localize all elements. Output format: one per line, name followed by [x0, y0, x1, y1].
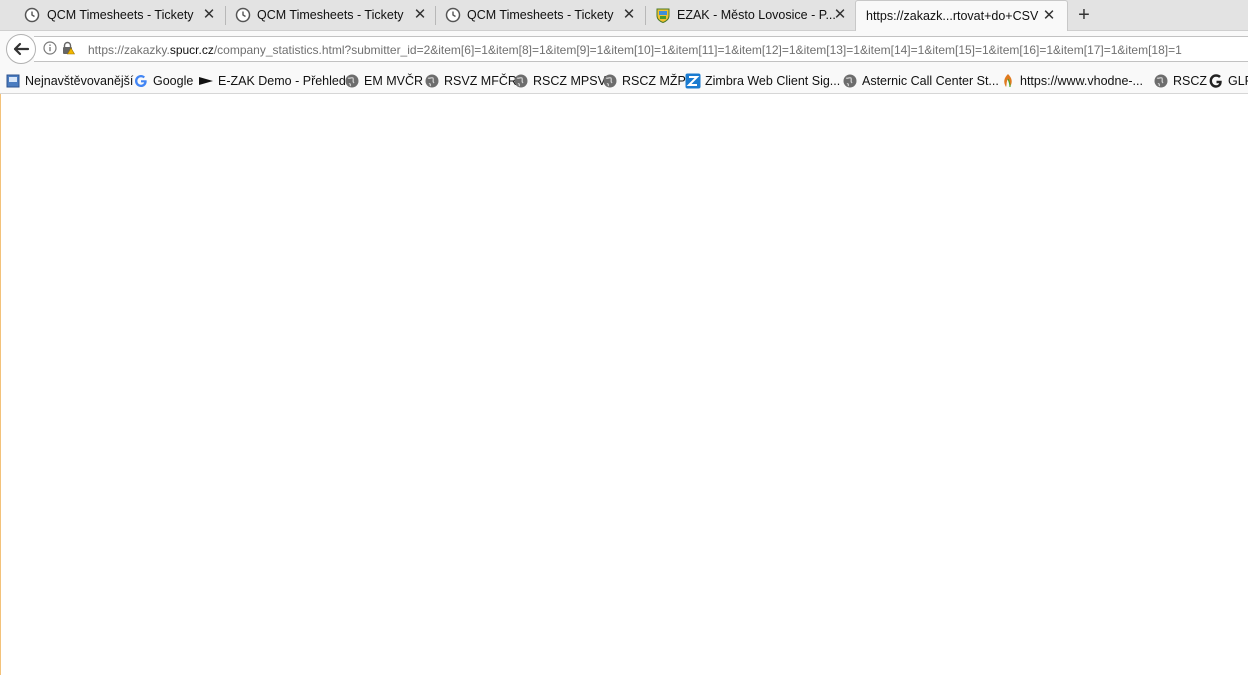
tab-qcm-2[interactable]: QCM Timesheets - Tickety ✕ — [226, 0, 436, 31]
globe-icon — [1154, 74, 1168, 88]
globe-icon — [603, 74, 617, 88]
new-tab-button[interactable]: + — [1073, 5, 1095, 27]
bookmark-label: GLP — [1228, 74, 1248, 88]
zimbra-icon — [685, 73, 701, 89]
tab-qcm-1[interactable]: QCM Timesheets - Tickety ✕ — [0, 0, 226, 31]
bookmark-label: RSCZ — [1173, 74, 1208, 88]
back-button[interactable] — [6, 34, 36, 64]
globe-icon — [425, 74, 439, 88]
url-domain: spucr.cz — [169, 43, 214, 57]
bookmark-label: Zimbra Web Client Sig... — [705, 74, 841, 88]
flag-icon — [199, 77, 213, 85]
bookmark-label: RSVZ MFČR — [444, 74, 517, 88]
close-icon[interactable]: ✕ — [833, 7, 847, 22]
close-icon[interactable]: ✕ — [413, 7, 427, 22]
page-content — [0, 94, 1248, 675]
globe-icon — [843, 74, 857, 88]
url-text[interactable]: https://zakazky.spucr.cz/company_statist… — [88, 43, 1182, 57]
tab-title: https://zakazk...rtovat+do+CSV — [866, 9, 1039, 23]
bookmark-label: Asternic Call Center St... — [862, 74, 999, 88]
bookmark-label: RSCZ MŽP — [622, 74, 686, 88]
leaf-icon — [1004, 74, 1012, 88]
url-path: /company_statistics.html?submitter_id=2&… — [213, 43, 1182, 57]
bookmark-label: RSCZ MPSV — [533, 74, 606, 88]
bookmark-label: E-ZAK Demo - Přehled — [218, 74, 346, 88]
bookmark-label: EM MVČR — [364, 74, 424, 88]
close-icon[interactable]: ✕ — [202, 7, 216, 22]
tab-title: EZAK - Město Lovosice - P... — [677, 8, 836, 22]
url-prefix: https://zakazky. — [88, 43, 170, 57]
lock-warning-icon[interactable] — [61, 41, 75, 55]
tab-title: QCM Timesheets - Tickety — [467, 8, 614, 22]
back-arrow-icon — [13, 42, 30, 56]
globe-icon — [345, 74, 359, 88]
bookmark-label: https://www.vhodne-... — [1020, 74, 1143, 88]
info-icon[interactable] — [43, 41, 57, 55]
city-crest-icon — [656, 8, 670, 23]
globe-icon — [514, 74, 528, 88]
google-icon — [135, 75, 147, 87]
tab-title: QCM Timesheets - Tickety — [257, 8, 404, 22]
clock-icon — [24, 7, 40, 23]
close-icon[interactable]: ✕ — [622, 7, 636, 22]
bookmark-label: Nejnavštěvovanější — [25, 74, 134, 88]
glp-icon — [1209, 74, 1222, 88]
tab-active-csv[interactable]: https://zakazk...rtovat+do+CSV ✕ — [855, 0, 1068, 32]
tab-title: QCM Timesheets - Tickety — [47, 8, 194, 22]
close-icon[interactable]: ✕ — [1042, 8, 1056, 23]
bookmark-label: Google — [153, 74, 194, 88]
tab-ezak-lovosice[interactable]: EZAK - Město Lovosice - P... ✕ — [646, 0, 856, 31]
clock-icon — [235, 7, 251, 23]
bookmark-page-icon — [6, 74, 20, 88]
clock-icon — [445, 7, 461, 23]
tab-strip: QCM Timesheets - Tickety ✕ QCM Timesheet… — [0, 0, 1248, 32]
tab-qcm-3[interactable]: QCM Timesheets - Tickety ✕ — [436, 0, 646, 31]
